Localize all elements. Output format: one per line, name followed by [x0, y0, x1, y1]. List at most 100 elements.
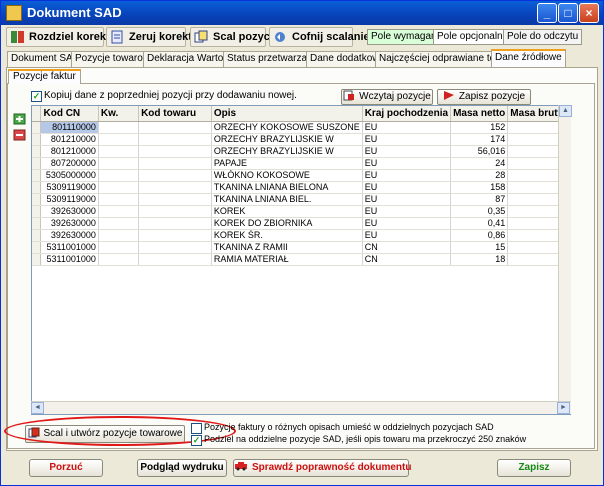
cell-opis[interactable]: PAPAJE	[211, 157, 363, 170]
delete-row-icon[interactable]	[13, 129, 26, 141]
cell-kw[interactable]	[98, 241, 140, 254]
cell-masa-netto[interactable]: 15	[450, 241, 509, 254]
header-kraj-pochodzenia[interactable]: Kraj pochodzenia	[362, 106, 452, 122]
validate-document-button[interactable]: Sprawdź poprawność dokumentu	[233, 459, 411, 477]
cell-kraj[interactable]: EU	[362, 169, 452, 182]
cell-kod-cn[interactable]: 5311001000	[40, 241, 99, 254]
cell-kod-cn[interactable]: 801210000	[40, 145, 99, 158]
subtab-pozycje-faktur[interactable]: Pozycje faktur	[8, 69, 81, 84]
table-row[interactable]: 5311001000 TKANINA Z RAMII CN 15	[32, 241, 570, 254]
grid-horizontal-scrollbar[interactable]: ◄ ►	[31, 401, 571, 414]
table-row[interactable]: 392630000 KOREK DO ZBIORNIKA EU 0,41	[32, 217, 570, 230]
tab-dane-zrodlowe[interactable]: Dane źródłowe	[491, 49, 566, 67]
cell-masa-netto[interactable]: 0,41	[450, 217, 509, 230]
table-row[interactable]: 5309119000 TKANINA LNIANA BIEL. EU 87	[32, 193, 570, 206]
table-row[interactable]: 5309119000 TKANINA LNIANA BIELONA EU 158	[32, 181, 570, 194]
grid-vertical-scrollbar[interactable]: ▲	[558, 105, 572, 401]
cell-kw[interactable]	[98, 169, 140, 182]
cell-opis[interactable]: ORZECHY BRAZYLIJSKIE W	[211, 133, 363, 146]
cell-kod-towaru[interactable]	[138, 217, 212, 230]
header-opis[interactable]: Opis	[211, 106, 363, 122]
cell-kod-towaru[interactable]	[138, 145, 212, 158]
cell-kraj[interactable]: EU	[362, 157, 452, 170]
discard-button[interactable]: Porzuć	[29, 459, 103, 477]
cell-kod-towaru[interactable]	[138, 193, 212, 206]
table-row[interactable]: 801210000 ORZECHY BRAZYLIJSKIE W EU 56,016	[32, 145, 570, 158]
cell-opis[interactable]: TKANINA LNIANA BIELONA	[211, 181, 363, 194]
cell-masa-netto[interactable]: 152	[450, 121, 509, 134]
save-button[interactable]: Zapisz	[497, 459, 571, 477]
cell-kw[interactable]	[98, 181, 140, 194]
cell-kraj[interactable]: CN	[362, 241, 452, 254]
scroll-right-arrow[interactable]: ►	[557, 402, 570, 414]
cell-kod-towaru[interactable]	[138, 121, 212, 134]
cell-opis[interactable]: KOREK	[211, 205, 363, 218]
cell-kod-towaru[interactable]	[138, 205, 212, 218]
cell-kw[interactable]	[98, 145, 140, 158]
print-preview-button[interactable]: Podgląd wydruku	[137, 459, 227, 477]
cell-opis[interactable]: ORZECHY KOKOSOWE SUSZONE	[211, 121, 363, 134]
table-row[interactable]: 5305000000 WŁÓKNO KOKOSOWE EU 28	[32, 169, 570, 182]
cell-opis[interactable]: KOREK DO ZBIORNIKA	[211, 217, 363, 230]
split-correction-button[interactable]: Rozdziel korektę	[6, 27, 116, 47]
separate-descriptions-checkbox[interactable]: ✓	[191, 423, 202, 434]
scroll-left-arrow[interactable]: ◄	[31, 402, 44, 414]
cell-kod-towaru[interactable]	[138, 229, 212, 242]
cell-masa-netto[interactable]: 87	[450, 193, 509, 206]
table-row[interactable]: 392630000 KOREK EU 0,35	[32, 205, 570, 218]
cell-opis[interactable]: ORZECHY BRAZYLIJSKIE W	[211, 145, 363, 158]
cell-kod-cn[interactable]: 807200000	[40, 157, 99, 170]
copy-previous-checkbox[interactable]: ✓	[31, 91, 42, 102]
table-row[interactable]: 392630000 KOREK ŚR. EU 0,86	[32, 229, 570, 242]
cell-masa-netto[interactable]: 56,016	[450, 145, 509, 158]
cell-kraj[interactable]: EU	[362, 217, 452, 230]
cell-kod-cn[interactable]: 392630000	[40, 205, 99, 218]
cell-opis[interactable]: RAMIA MATERIAŁ	[211, 253, 363, 266]
cell-kw[interactable]	[98, 133, 140, 146]
cell-kw[interactable]	[98, 157, 140, 170]
split-long-description-checkbox[interactable]: ✓	[191, 435, 202, 446]
cell-kw[interactable]	[98, 217, 140, 230]
cell-kw[interactable]	[98, 253, 140, 266]
cell-masa-netto[interactable]: 28	[450, 169, 509, 182]
cell-kod-cn[interactable]: 5309119000	[40, 181, 99, 194]
header-masa-netto[interactable]: Masa netto	[450, 106, 509, 122]
reset-corrections-button[interactable]: Zeruj korekty	[106, 27, 198, 47]
cell-kod-cn[interactable]: 801210000	[40, 133, 99, 146]
cell-kraj[interactable]: EU	[362, 133, 452, 146]
cell-masa-netto[interactable]: 0,86	[450, 229, 509, 242]
close-button[interactable]: ×	[579, 3, 599, 23]
cell-masa-netto[interactable]: 0,35	[450, 205, 509, 218]
cell-masa-netto[interactable]: 158	[450, 181, 509, 194]
cell-kraj[interactable]: EU	[362, 145, 452, 158]
cell-kod-towaru[interactable]	[138, 181, 212, 194]
cell-kraj[interactable]: EU	[362, 229, 452, 242]
cell-kod-towaru[interactable]	[138, 157, 212, 170]
cell-opis[interactable]: KOREK ŚR.	[211, 229, 363, 242]
load-items-button[interactable]: Wczytaj pozycje	[341, 89, 433, 105]
cell-opis[interactable]: WŁÓKNO KOKOSOWE	[211, 169, 363, 182]
minimize-button[interactable]: _	[537, 3, 557, 23]
cell-kod-cn[interactable]: 392630000	[40, 229, 99, 242]
cell-kod-towaru[interactable]	[138, 169, 212, 182]
undo-merge-button[interactable]: Cofnij scalanie	[269, 27, 370, 47]
cell-kraj[interactable]: EU	[362, 193, 452, 206]
header-kw[interactable]: Kw.	[98, 106, 140, 122]
cell-kod-cn[interactable]: 801110000	[40, 121, 99, 134]
cell-kraj[interactable]: CN	[362, 253, 452, 266]
add-row-icon[interactable]	[13, 113, 26, 125]
cell-kraj[interactable]: EU	[362, 205, 452, 218]
table-row[interactable]: 801110000 ORZECHY KOKOSOWE SUSZONE EU 152	[32, 121, 570, 134]
cell-kod-cn[interactable]: 5309119000	[40, 193, 99, 206]
cell-kod-cn[interactable]: 5311001000	[40, 253, 99, 266]
cell-kw[interactable]	[98, 229, 140, 242]
invoice-items-grid[interactable]: Kod CN Kw. Kod towaru Opis Kraj pochodze…	[31, 105, 571, 415]
cell-opis[interactable]: TKANINA Z RAMII	[211, 241, 363, 254]
table-row[interactable]: 5311001000 RAMIA MATERIAŁ CN 18	[32, 253, 570, 266]
cell-masa-netto[interactable]: 18	[450, 253, 509, 266]
cell-kw[interactable]	[98, 121, 140, 134]
cell-kw[interactable]	[98, 205, 140, 218]
cell-kod-towaru[interactable]	[138, 241, 212, 254]
cell-opis[interactable]: TKANINA LNIANA BIEL.	[211, 193, 363, 206]
maximize-button[interactable]: □	[558, 3, 578, 23]
